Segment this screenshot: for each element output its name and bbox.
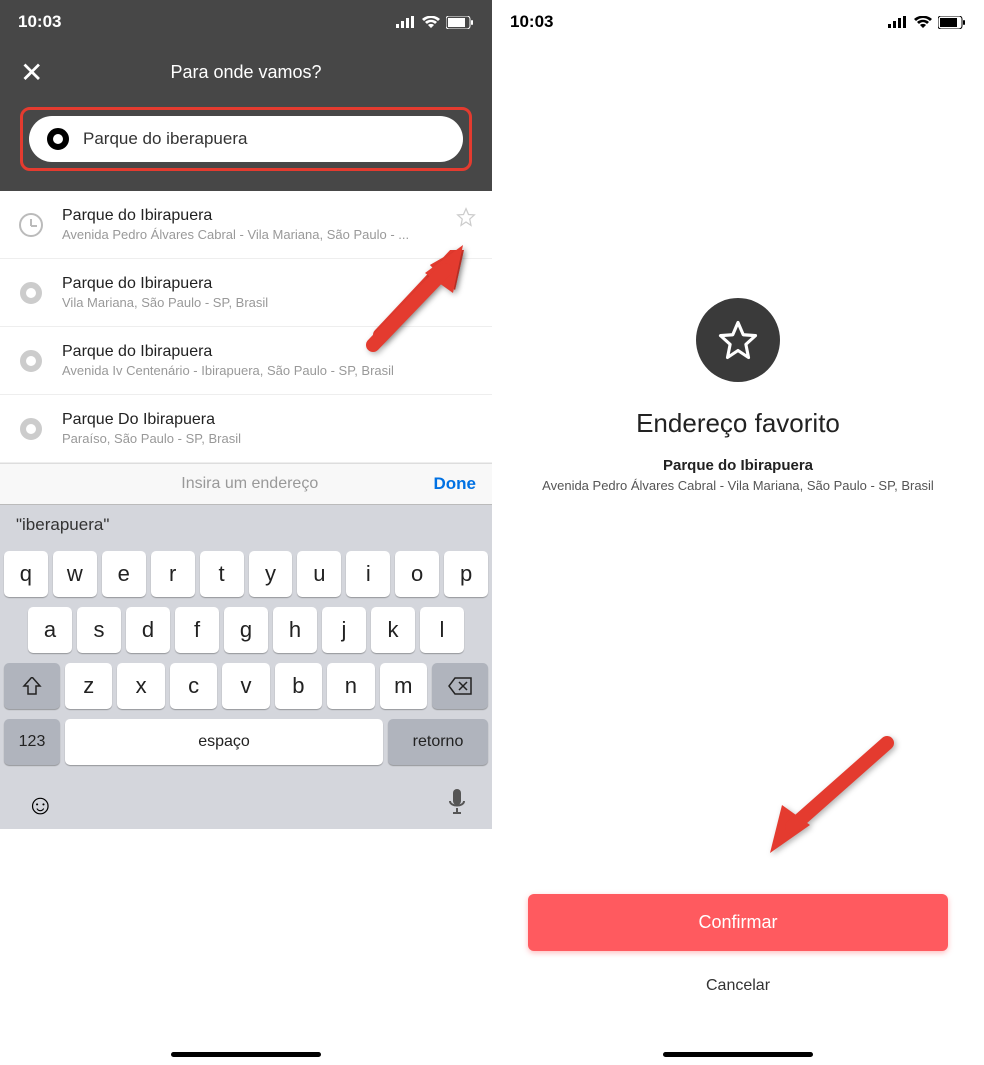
- location-ring-icon: [18, 348, 44, 374]
- favorite-place-address: Avenida Pedro Álvares Cabral - Vila Mari…: [516, 478, 960, 493]
- key-s[interactable]: s: [77, 607, 121, 653]
- status-icons: [396, 16, 474, 29]
- key-l[interactable]: l: [420, 607, 464, 653]
- key-space[interactable]: espaço: [65, 719, 383, 765]
- status-time: 10:03: [510, 12, 553, 32]
- key-j[interactable]: j: [322, 607, 366, 653]
- search-header: ✕ Para onde vamos? Parque do iberapuera: [0, 38, 492, 191]
- result-item[interactable]: Parque Do Ibirapuera Paraíso, São Paulo …: [0, 395, 492, 463]
- home-indicator[interactable]: [663, 1052, 813, 1057]
- key-g[interactable]: g: [224, 607, 268, 653]
- result-address: Vila Mariana, São Paulo - SP, Brasil: [62, 295, 474, 310]
- cancel-button[interactable]: Cancelar: [528, 977, 948, 995]
- key-v[interactable]: v: [222, 663, 269, 709]
- search-highlight: Parque do iberapuera: [20, 107, 472, 171]
- key-a[interactable]: a: [28, 607, 72, 653]
- key-return[interactable]: retorno: [388, 719, 488, 765]
- done-button[interactable]: Done: [434, 474, 477, 494]
- result-item[interactable]: Parque do Ibirapuera Avenida Iv Centenár…: [0, 327, 492, 395]
- results-list: Parque do Ibirapuera Avenida Pedro Álvar…: [0, 191, 492, 463]
- key-backspace[interactable]: [432, 663, 488, 709]
- result-name: Parque do Ibirapuera: [62, 343, 474, 361]
- result-item[interactable]: Parque do Ibirapuera Vila Mariana, São P…: [0, 259, 492, 327]
- confirm-button[interactable]: Confirmar: [528, 894, 948, 951]
- key-x[interactable]: x: [117, 663, 164, 709]
- key-shift[interactable]: [4, 663, 60, 709]
- key-y[interactable]: y: [249, 551, 293, 597]
- origin-dot-icon: [47, 128, 69, 150]
- result-item[interactable]: Parque do Ibirapuera Avenida Pedro Álvar…: [0, 191, 492, 259]
- key-p[interactable]: p: [444, 551, 488, 597]
- key-k[interactable]: k: [371, 607, 415, 653]
- status-icons: [888, 16, 966, 29]
- favorite-place-name: Parque do Ibirapuera: [663, 457, 813, 474]
- key-f[interactable]: f: [175, 607, 219, 653]
- location-ring-icon: [18, 280, 44, 306]
- key-o[interactable]: o: [395, 551, 439, 597]
- screen-favorite: 10:03 Endereço favorito Parque do Ibirap…: [492, 0, 984, 1065]
- key-n[interactable]: n: [327, 663, 374, 709]
- key-123[interactable]: 123: [4, 719, 60, 765]
- search-value: Parque do iberapuera: [83, 129, 247, 149]
- emoji-key[interactable]: ☺: [26, 789, 55, 821]
- key-d[interactable]: d: [126, 607, 170, 653]
- status-bar: 10:03: [0, 0, 492, 38]
- favorite-title: Endereço favorito: [636, 408, 840, 439]
- key-q[interactable]: q: [4, 551, 48, 597]
- star-badge-icon: [696, 298, 780, 382]
- result-name: Parque do Ibirapuera: [62, 207, 474, 225]
- close-icon[interactable]: ✕: [20, 56, 50, 89]
- header-title: Para onde vamos?: [50, 62, 472, 83]
- key-t[interactable]: t: [200, 551, 244, 597]
- keyboard-placeholder: Insira um endereço: [66, 475, 434, 493]
- key-e[interactable]: e: [102, 551, 146, 597]
- key-m[interactable]: m: [380, 663, 427, 709]
- keyboard-toolbar: Insira um endereço Done: [0, 463, 492, 504]
- key-i[interactable]: i: [346, 551, 390, 597]
- location-ring-icon: [18, 416, 44, 442]
- mic-icon[interactable]: [448, 789, 466, 815]
- keyboard-suggestion[interactable]: "iberapuera": [0, 504, 492, 545]
- result-address: Avenida Pedro Álvares Cabral - Vila Mari…: [62, 227, 474, 242]
- favorite-actions: Confirmar Cancelar: [492, 894, 984, 995]
- key-c[interactable]: c: [170, 663, 217, 709]
- home-indicator[interactable]: [171, 1052, 321, 1057]
- search-input[interactable]: Parque do iberapuera: [29, 116, 463, 162]
- key-u[interactable]: u: [297, 551, 341, 597]
- key-h[interactable]: h: [273, 607, 317, 653]
- screen-search: 10:03 ✕ Para onde vamos? Parque do ibera…: [0, 0, 492, 1065]
- key-z[interactable]: z: [65, 663, 112, 709]
- result-name: Parque do Ibirapuera: [62, 275, 474, 293]
- result-address: Avenida Iv Centenário - Ibirapuera, São …: [62, 363, 474, 378]
- clock-icon: [18, 212, 44, 238]
- star-icon[interactable]: [456, 207, 476, 227]
- status-bar: 10:03: [492, 0, 984, 38]
- result-address: Paraíso, São Paulo - SP, Brasil: [62, 431, 474, 446]
- key-w[interactable]: w: [53, 551, 97, 597]
- key-b[interactable]: b: [275, 663, 322, 709]
- result-name: Parque Do Ibirapuera: [62, 411, 474, 429]
- key-r[interactable]: r: [151, 551, 195, 597]
- status-time: 10:03: [18, 12, 61, 32]
- keyboard: q w e r t y u i o p a s d f g h j k l z …: [0, 545, 492, 829]
